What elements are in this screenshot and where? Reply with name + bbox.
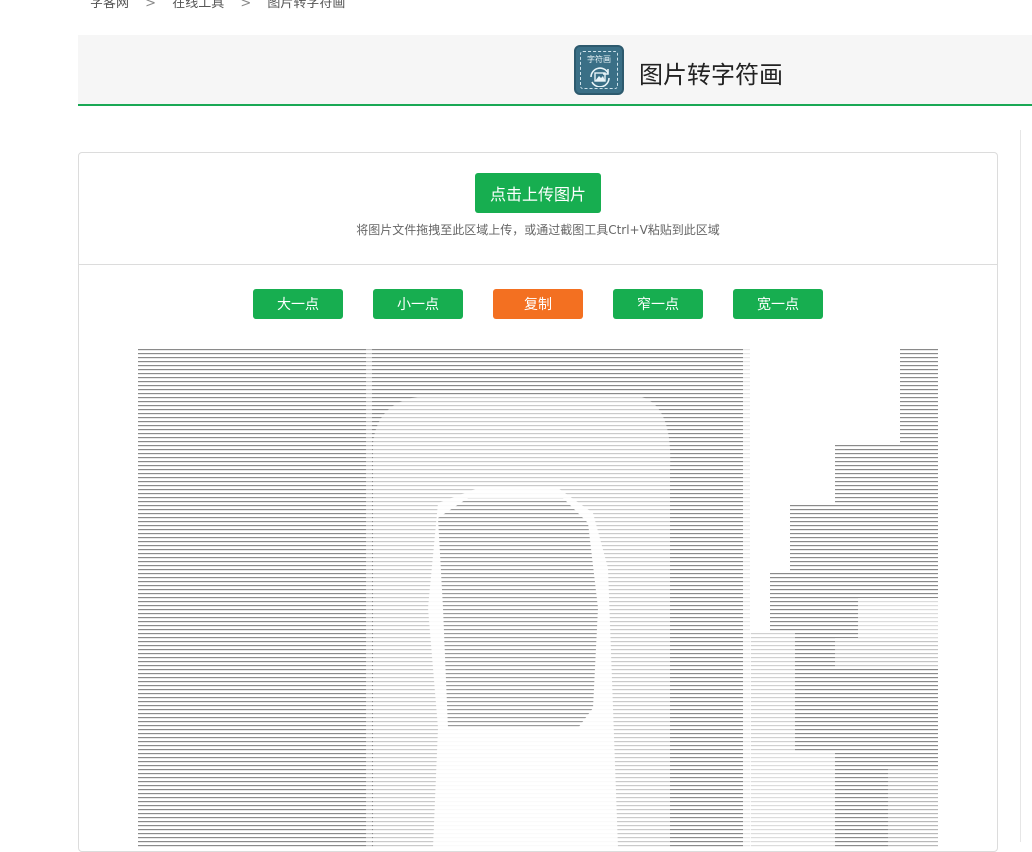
breadcrumb-current: 图片转字符画 — [267, 0, 346, 11]
breadcrumb-tools[interactable]: 在线工具 — [172, 0, 224, 11]
wider-button[interactable]: 宽一点 — [733, 289, 823, 319]
page-header: 字符画 图片转字符画 — [78, 35, 1032, 106]
ascii-art-output — [138, 348, 938, 848]
copy-button[interactable]: 复制 — [493, 289, 583, 319]
breadcrumb-separator: > — [240, 0, 252, 11]
page-title: 图片转字符画 — [639, 61, 783, 89]
bigger-button[interactable]: 大一点 — [253, 289, 343, 319]
narrower-button[interactable]: 窄一点 — [613, 289, 703, 319]
upload-drop-zone[interactable]: 点击上传图片 将图片文件拖拽至此区域上传，或通过截图工具Ctrl+V粘贴到此区域 — [79, 153, 997, 265]
image-icon — [590, 67, 610, 87]
logo-text: 字符画 — [587, 55, 611, 64]
side-divider — [1020, 130, 1021, 842]
breadcrumb: 字客网 > 在线工具 > 图片转字符画 — [90, 0, 345, 12]
app-logo: 字符画 — [574, 45, 624, 95]
tool-card: 点击上传图片 将图片文件拖拽至此区域上传，或通过截图工具Ctrl+V粘贴到此区域… — [78, 152, 998, 852]
upload-hint: 将图片文件拖拽至此区域上传，或通过截图工具Ctrl+V粘贴到此区域 — [356, 223, 720, 237]
breadcrumb-home[interactable]: 字客网 — [90, 0, 129, 11]
upload-image-button[interactable]: 点击上传图片 — [475, 173, 601, 213]
breadcrumb-separator: > — [145, 0, 157, 11]
logo-frame: 字符画 — [580, 51, 618, 89]
smaller-button[interactable]: 小一点 — [373, 289, 463, 319]
